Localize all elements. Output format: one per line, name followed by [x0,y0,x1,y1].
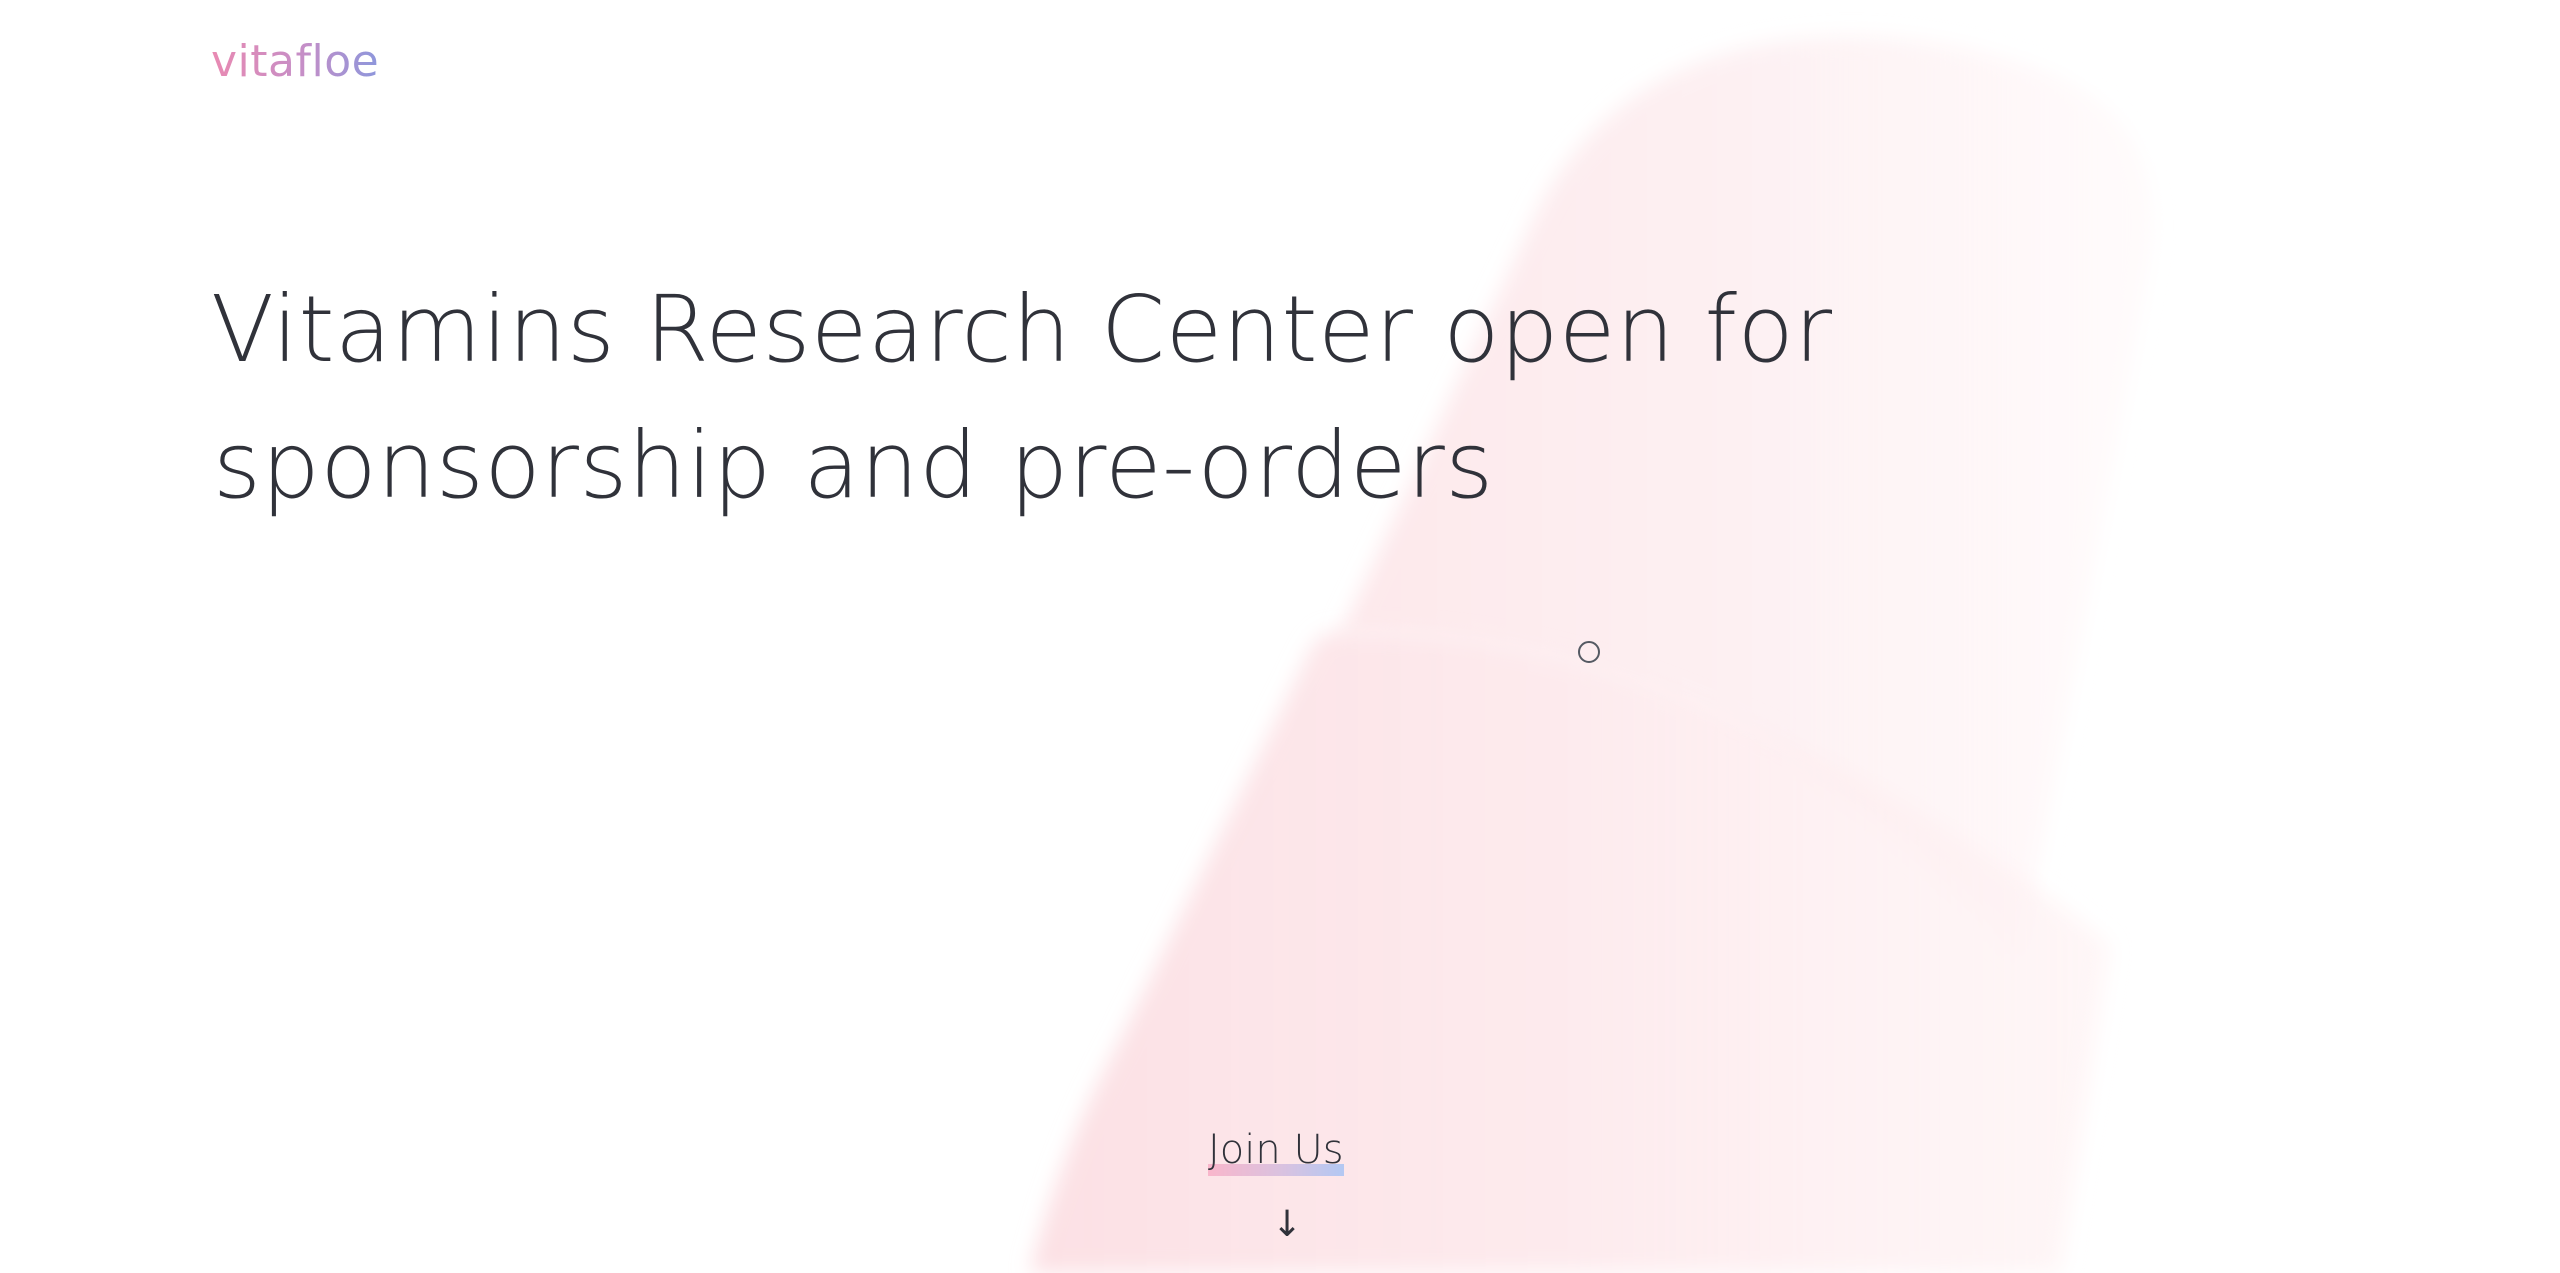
headline-connector: and [773,412,1008,519]
join-us-link[interactable]: Join Us [1208,1124,1344,1176]
hero-headline: Vitamins Research Center open for sponso… [211,262,1833,534]
highlight-sponsorship: sponsorship [211,412,774,519]
headline-line-2: sponsorship and pre-orders [211,398,1833,534]
capsule-illustration [1030,36,2153,1273]
highlight-pre-orders: pre-orders [1007,412,1496,519]
landing-page: vitafloe Vitamins Research Center open f… [0,0,2560,1273]
headline-line-1: Vitamins Research Center open for [211,276,1833,383]
cursor-ring-icon [1578,641,1600,663]
arrow-down-icon[interactable]: ↓ [1272,1205,1302,1245]
brand-logo[interactable]: vitafloe [211,36,379,87]
